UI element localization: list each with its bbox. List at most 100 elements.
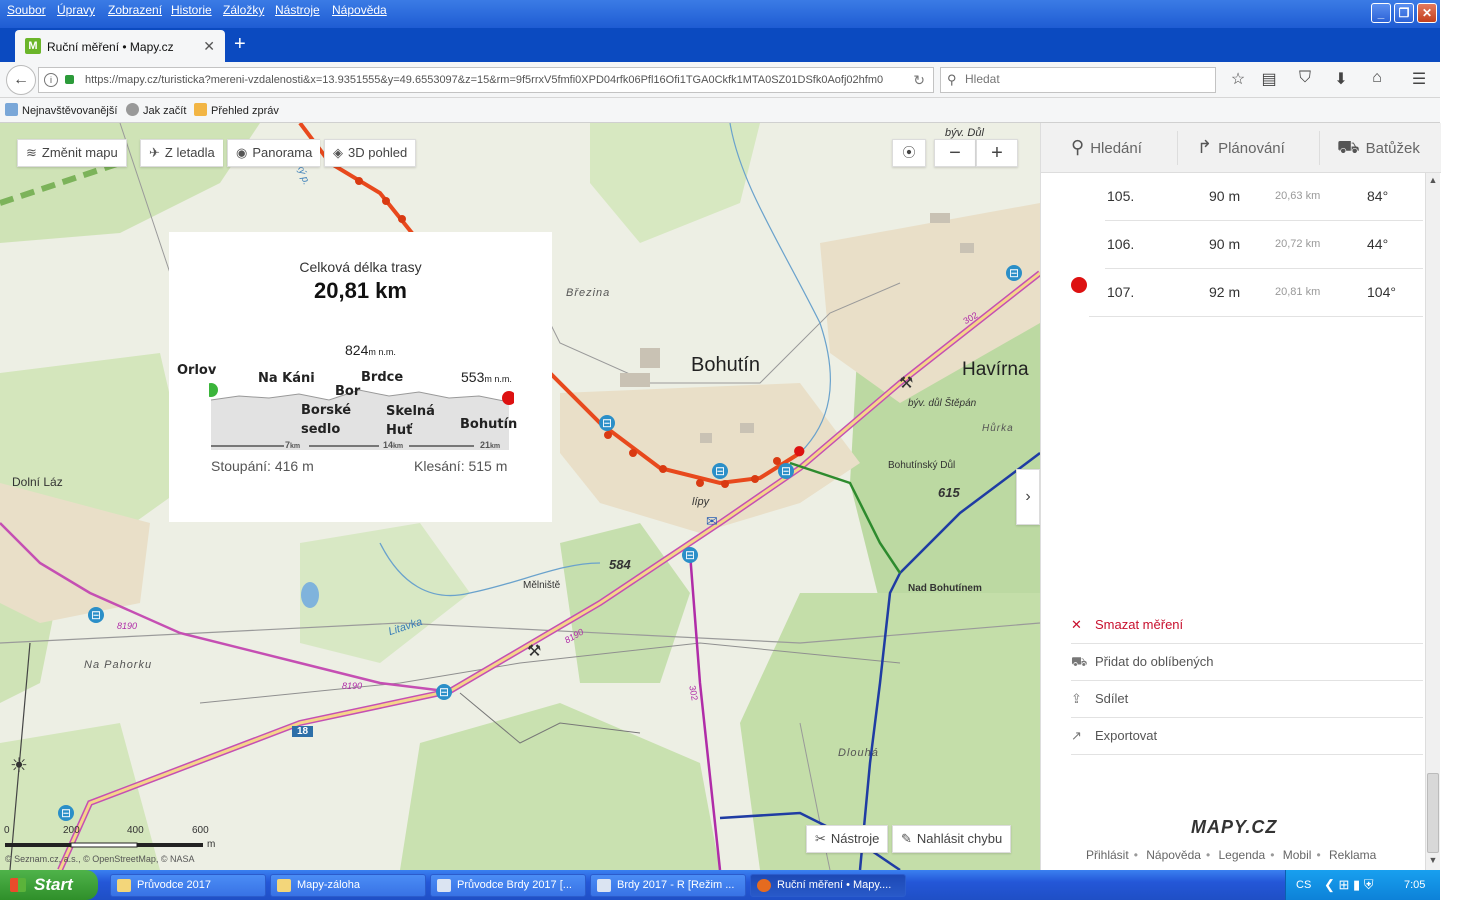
menu-soubor[interactable]: Soubor xyxy=(7,3,46,17)
bus-stop-icon[interactable]: ⊟ xyxy=(599,415,615,431)
info-icon[interactable]: i xyxy=(44,73,58,87)
layers-icon: ≋ xyxy=(26,145,37,160)
change-map-button[interactable]: ≋ Změnit mapu xyxy=(17,139,127,167)
bus-stop-icon[interactable]: ⊟ xyxy=(58,805,74,821)
taskbar-item-brdy-2017[interactable]: Brdy 2017 - R [Režim ... xyxy=(590,874,746,897)
panorama-button[interactable]: ◉ Panorama xyxy=(227,139,321,167)
footer-mobile-link[interactable]: Mobil xyxy=(1283,848,1312,862)
scroll-up-icon[interactable]: ▲ xyxy=(1428,175,1438,185)
bus-stop-icon[interactable]: ⊟ xyxy=(712,463,728,479)
mapy-logo[interactable]: MAPY.CZ xyxy=(1191,817,1277,838)
panel-tabs: ⚲ Hledání ↱ Plánování ⛟ Batůžek xyxy=(1041,123,1441,173)
eye-icon: ◉ xyxy=(236,145,248,160)
collapse-panel-button[interactable]: › xyxy=(1016,469,1040,525)
pocket-icon[interactable]: ⛉ xyxy=(1294,69,1316,87)
tab-planning[interactable]: ↱ Plánování xyxy=(1197,123,1285,173)
tab-search[interactable]: ⚲ Hledání xyxy=(1071,123,1142,173)
mine-icon: ⚒ xyxy=(899,375,914,392)
measure-row[interactable]: 105. 90 m 20,63 km 84° xyxy=(1105,173,1423,221)
tools-label: Nástroje xyxy=(830,831,880,846)
search-input[interactable] xyxy=(965,72,1205,86)
menu-upravy[interactable]: Úpravy xyxy=(57,3,95,17)
taskbar-item-pruvodce-brdy[interactable]: Průvodce Brdy 2017 [... xyxy=(430,874,586,897)
menu-zalozky[interactable]: Záložky xyxy=(223,3,264,17)
tab-planning-label: Plánování xyxy=(1218,140,1285,157)
bus-stop-icon[interactable]: ⊟ xyxy=(778,463,794,479)
report-error-button[interactable]: ✎ Nahlásit chybu xyxy=(892,825,1012,853)
bus-stop-icon[interactable]: ⊟ xyxy=(682,547,698,563)
aerial-view-button[interactable]: ✈ Z letadla xyxy=(140,139,223,167)
new-tab-icon[interactable]: + xyxy=(234,33,246,56)
route-end-pin-icon[interactable]: ● xyxy=(792,437,807,465)
clock[interactable]: 7:05 xyxy=(1404,879,1425,891)
profile-descent: Klesání: 515 m xyxy=(414,458,508,474)
panel-scrollbar[interactable]: ▲ ▼ xyxy=(1425,173,1440,870)
max-elevation-unit: m n.m. xyxy=(368,347,396,357)
menu-bar: Soubor Úpravy Zobrazení Historie Záložky… xyxy=(0,0,1440,28)
road-shield-18: 18 xyxy=(292,726,314,737)
scroll-down-icon[interactable]: ▼ xyxy=(1428,855,1438,865)
menu-napoveda[interactable]: Nápověda xyxy=(332,3,387,17)
label-dlouha: Dlouhá xyxy=(838,747,879,759)
scrollbar-thumb[interactable] xyxy=(1427,773,1439,853)
browser-tab[interactable]: M Ruční měření • Mapy.cz ✕ xyxy=(15,30,225,62)
profile-km-14: 14km xyxy=(383,440,404,450)
row-angle: 104° xyxy=(1367,284,1396,300)
bookmark-news[interactable]: Přehled zpráv xyxy=(194,103,279,117)
bookmark-star-icon[interactable]: ☆ xyxy=(1227,69,1249,89)
footer-help-link[interactable]: Nápověda xyxy=(1146,848,1201,862)
home-icon[interactable]: ⌂ xyxy=(1366,69,1388,87)
language-indicator[interactable]: CS xyxy=(1296,879,1311,891)
row-angle: 44° xyxy=(1367,236,1389,252)
zoom-out-button[interactable]: − xyxy=(934,139,976,167)
menu-historie[interactable]: Historie xyxy=(171,3,212,17)
bus-stop-icon[interactable]: ⊟ xyxy=(1006,265,1022,281)
bookmark-most-visited[interactable]: Nejnavštěvovanější xyxy=(5,103,117,117)
start-button[interactable]: Start xyxy=(0,870,98,900)
row-index: 106. xyxy=(1107,236,1135,252)
menu-zobrazeni[interactable]: Zobrazení xyxy=(108,3,162,17)
scale-600: 600 xyxy=(192,825,209,836)
maximize-button[interactable]: ❐ xyxy=(1394,3,1414,23)
map-copyright[interactable]: © Seznam.cz, a.s., © OpenStreetMap, © NA… xyxy=(5,854,194,864)
add-favorite-button[interactable]: ⛟ Přidat do oblíbených xyxy=(1071,644,1423,681)
tray-icons[interactable]: ❮ ⊞ ▮ ⛨ xyxy=(1324,877,1374,893)
reload-icon[interactable]: ↻ xyxy=(913,72,925,89)
start-label: Start xyxy=(34,875,73,894)
footer-legend-link[interactable]: Legenda xyxy=(1219,848,1266,862)
bookmark-getting-started[interactable]: Jak začít xyxy=(126,103,186,117)
backpack-icon: ⛟ xyxy=(1337,137,1360,157)
bus-stop-icon[interactable]: ⊟ xyxy=(88,607,104,623)
minimize-button[interactable]: _ xyxy=(1371,3,1391,23)
footer-ads-link[interactable]: Reklama xyxy=(1329,848,1376,862)
measure-row[interactable]: 107. 92 m 20,81 km 104° xyxy=(1071,269,1423,317)
bus-stop-icon[interactable]: ⊟ xyxy=(436,684,452,700)
download-icon[interactable]: ⬇ xyxy=(1330,69,1352,89)
label-byv-dul-stepan: býv. důl Štěpán xyxy=(908,398,977,409)
menu-nastroje[interactable]: Nástroje xyxy=(275,3,320,17)
map-canvas[interactable]: Bohutín Havírna Dolní Láz Březina Na Pah… xyxy=(0,123,1040,870)
footer-login-link[interactable]: Přihlásit xyxy=(1086,848,1129,862)
taskbar-item-mapy-zaloha[interactable]: Mapy-záloha xyxy=(270,874,426,897)
locate-me-button[interactable]: ⦿ xyxy=(892,139,926,167)
search-box[interactable]: ⚲ xyxy=(940,67,1216,93)
zoom-in-button[interactable]: + xyxy=(976,139,1018,167)
taskbar-item-pruvodce[interactable]: Průvodce 2017 xyxy=(110,874,266,897)
taskbar-item-mapy-browser[interactable]: Ruční měření • Mapy.... xyxy=(750,874,906,897)
reading-list-icon[interactable]: ▤ xyxy=(1258,69,1280,89)
mapy-favicon-icon: M xyxy=(25,38,41,54)
tab-close-icon[interactable]: ✕ xyxy=(203,38,215,55)
measure-row[interactable]: 106. 90 m 20,72 km 44° xyxy=(1105,221,1423,269)
delete-measurement-button[interactable]: ✕ Smazat měření xyxy=(1071,607,1423,644)
url-text[interactable]: https://mapy.cz/turisticka?mereni-vzdale… xyxy=(85,74,905,86)
3d-view-button[interactable]: ◈ 3D pohled xyxy=(324,139,417,167)
hamburger-menu-icon[interactable]: ☰ xyxy=(1408,69,1430,89)
tab-backpack[interactable]: ⛟ Batůžek xyxy=(1337,123,1420,173)
label-bohutin: Bohutín xyxy=(691,354,760,376)
share-button[interactable]: ⇪ Sdílet xyxy=(1071,681,1423,718)
back-button[interactable]: ← xyxy=(6,65,36,95)
export-button[interactable]: ↗ Exportovat xyxy=(1071,718,1423,755)
url-bar[interactable]: i https://mapy.cz/turisticka?mereni-vzda… xyxy=(38,67,934,93)
tools-button[interactable]: ✂ Nástroje xyxy=(806,825,889,853)
close-window-button[interactable]: ✕ xyxy=(1417,3,1437,23)
